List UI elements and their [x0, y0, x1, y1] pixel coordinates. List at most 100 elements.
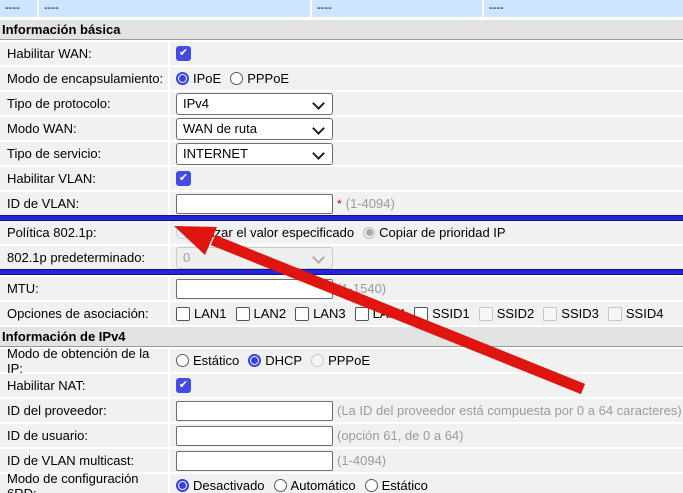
radio-disabled-icon: [176, 226, 189, 239]
radio-label: Estático: [382, 478, 428, 493]
field-hint: (1-4094): [337, 453, 386, 468]
row-8021p-predeterminado: 802.1p predeterminado: 0: [0, 246, 683, 269]
table-header-row: ---- ---- ---- ----: [0, 0, 683, 17]
binding-ssid4-option: SSID4: [608, 306, 664, 321]
binding-ssid3-option: SSID3: [543, 306, 599, 321]
row-modo-configuracion-6rd: Modo de configuración 6RD: Desactivado A…: [0, 474, 683, 493]
default-8021p-select: 0: [176, 247, 333, 269]
encaps-ipoe-option[interactable]: IPoE: [176, 71, 221, 86]
chevron-down-icon: [312, 147, 325, 160]
binding-ssid1-option[interactable]: SSID1: [414, 306, 470, 321]
table-header-cell: ----: [39, 0, 310, 17]
radio-label: Automático: [291, 478, 356, 493]
mtu-input[interactable]: [176, 279, 333, 299]
radio-label: Copiar de prioridad IP: [379, 225, 505, 240]
row-label: ID de VLAN:: [0, 192, 168, 215]
vlan-enable-checkbox[interactable]: [176, 171, 191, 186]
sixrd-auto-option[interactable]: Automático: [274, 478, 356, 493]
table-header-cell: ----: [0, 0, 37, 17]
checkbox-icon[interactable]: [414, 307, 428, 321]
row-opciones-asociacion: Opciones de asociación: LAN1 LAN2 LAN3 L…: [0, 302, 683, 325]
checkbox-disabled-icon: [479, 307, 493, 321]
binding-lan4-option[interactable]: LAN4: [355, 306, 406, 321]
service-type-select[interactable]: INTERNET: [176, 143, 333, 165]
radio-icon[interactable]: [176, 354, 189, 367]
field-hint: (1-4094): [346, 196, 395, 211]
row-label: Habilitar NAT:: [0, 374, 168, 397]
wan-mode-select[interactable]: WAN de ruta: [176, 118, 333, 140]
row-label: MTU:: [0, 277, 168, 300]
select-value: INTERNET: [183, 146, 248, 161]
highlight-bar-bottom: [0, 269, 683, 275]
encaps-pppoe-option[interactable]: PPPoE: [230, 71, 289, 86]
row-label: Modo de obtención de la IP:: [0, 349, 168, 372]
radio-icon[interactable]: [365, 479, 378, 492]
radio-label: DHCP: [265, 353, 302, 368]
radio-selected-icon[interactable]: [176, 479, 189, 492]
row-habilitar-wan: Habilitar WAN:: [0, 42, 683, 65]
checkbox-label: LAN2: [254, 306, 287, 321]
row-label: Habilitar VLAN:: [0, 167, 168, 190]
ip-mode-static-option[interactable]: Estático: [176, 353, 239, 368]
field-hint: (opción 61, de 0 a 64): [337, 428, 463, 443]
radio-label: Estático: [193, 353, 239, 368]
user-id-input[interactable]: [176, 426, 333, 446]
checkbox-label: LAN4: [373, 306, 406, 321]
checkbox-label: SSID1: [432, 306, 470, 321]
row-label: Tipo de protocolo:: [0, 92, 168, 115]
checkbox-label: SSID3: [561, 306, 599, 321]
section-header-ipv4: Información de IPv4: [0, 327, 683, 347]
checkbox-icon[interactable]: [236, 307, 250, 321]
radio-selected-icon[interactable]: [176, 72, 189, 85]
required-asterisk: *: [337, 197, 342, 211]
radio-disabled-icon: [311, 354, 324, 367]
section-header-basic: Información básica: [0, 20, 683, 40]
row-politica-8021p: Política 802.1p: Utilizar el valor espec…: [0, 221, 683, 244]
radio-label: PPPoE: [328, 353, 370, 368]
row-label: Política 802.1p:: [0, 221, 168, 244]
radio-label: IPoE: [193, 71, 221, 86]
sixrd-off-option[interactable]: Desactivado: [176, 478, 265, 493]
row-label: Modo de encapsulamiento:: [0, 67, 168, 90]
field-hint: (La ID del proveedor está compuesta por …: [337, 403, 682, 418]
wan-enable-checkbox[interactable]: [176, 46, 191, 61]
row-tipo-servicio: Tipo de servicio: INTERNET: [0, 142, 683, 165]
checkbox-label: SSID4: [626, 306, 664, 321]
binding-lan3-option[interactable]: LAN3: [295, 306, 346, 321]
ip-mode-pppoe-option: PPPoE: [311, 353, 370, 368]
sixrd-static-option[interactable]: Estático: [365, 478, 428, 493]
row-mtu: MTU: (1-1540): [0, 277, 683, 300]
radio-disabled-selected-icon: [363, 227, 375, 239]
row-label: ID de VLAN multicast:: [0, 449, 168, 472]
radio-selected-icon[interactable]: [248, 354, 261, 367]
multicast-vlan-id-input[interactable]: [176, 451, 333, 471]
checkbox-icon[interactable]: [295, 307, 309, 321]
row-id-vlan-multicast: ID de VLAN multicast: (1-4094): [0, 449, 683, 472]
vendor-id-input[interactable]: [176, 401, 333, 421]
radio-icon[interactable]: [274, 479, 287, 492]
row-label: Opciones de asociación:: [0, 302, 168, 325]
checkbox-icon[interactable]: [176, 307, 190, 321]
row-label: ID de usuario:: [0, 424, 168, 447]
vlan-id-input[interactable]: [176, 194, 333, 214]
binding-lan1-option[interactable]: LAN1: [176, 306, 227, 321]
row-habilitar-nat: Habilitar NAT:: [0, 374, 683, 397]
ip-mode-dhcp-option[interactable]: DHCP: [248, 353, 302, 368]
row-label: Habilitar WAN:: [0, 42, 168, 65]
chevron-down-icon: [312, 122, 325, 135]
protocol-select[interactable]: IPv4: [176, 93, 333, 115]
row-label: 802.1p predeterminado:: [0, 246, 168, 269]
radio-icon[interactable]: [230, 72, 243, 85]
checkbox-disabled-icon: [608, 307, 622, 321]
table-header-cell: ----: [312, 0, 482, 17]
binding-lan2-option[interactable]: LAN2: [236, 306, 287, 321]
table-header-cell: ----: [484, 0, 683, 17]
checkbox-disabled-icon: [543, 307, 557, 321]
checkbox-icon[interactable]: [355, 307, 369, 321]
radio-label: Utilizar el valor especificado: [193, 225, 354, 240]
checkbox-label: LAN3: [313, 306, 346, 321]
checkbox-label: SSID2: [497, 306, 535, 321]
checkbox-label: LAN1: [194, 306, 227, 321]
nat-enable-checkbox[interactable]: [176, 378, 191, 393]
row-tipo-protocolo: Tipo de protocolo: IPv4: [0, 92, 683, 115]
